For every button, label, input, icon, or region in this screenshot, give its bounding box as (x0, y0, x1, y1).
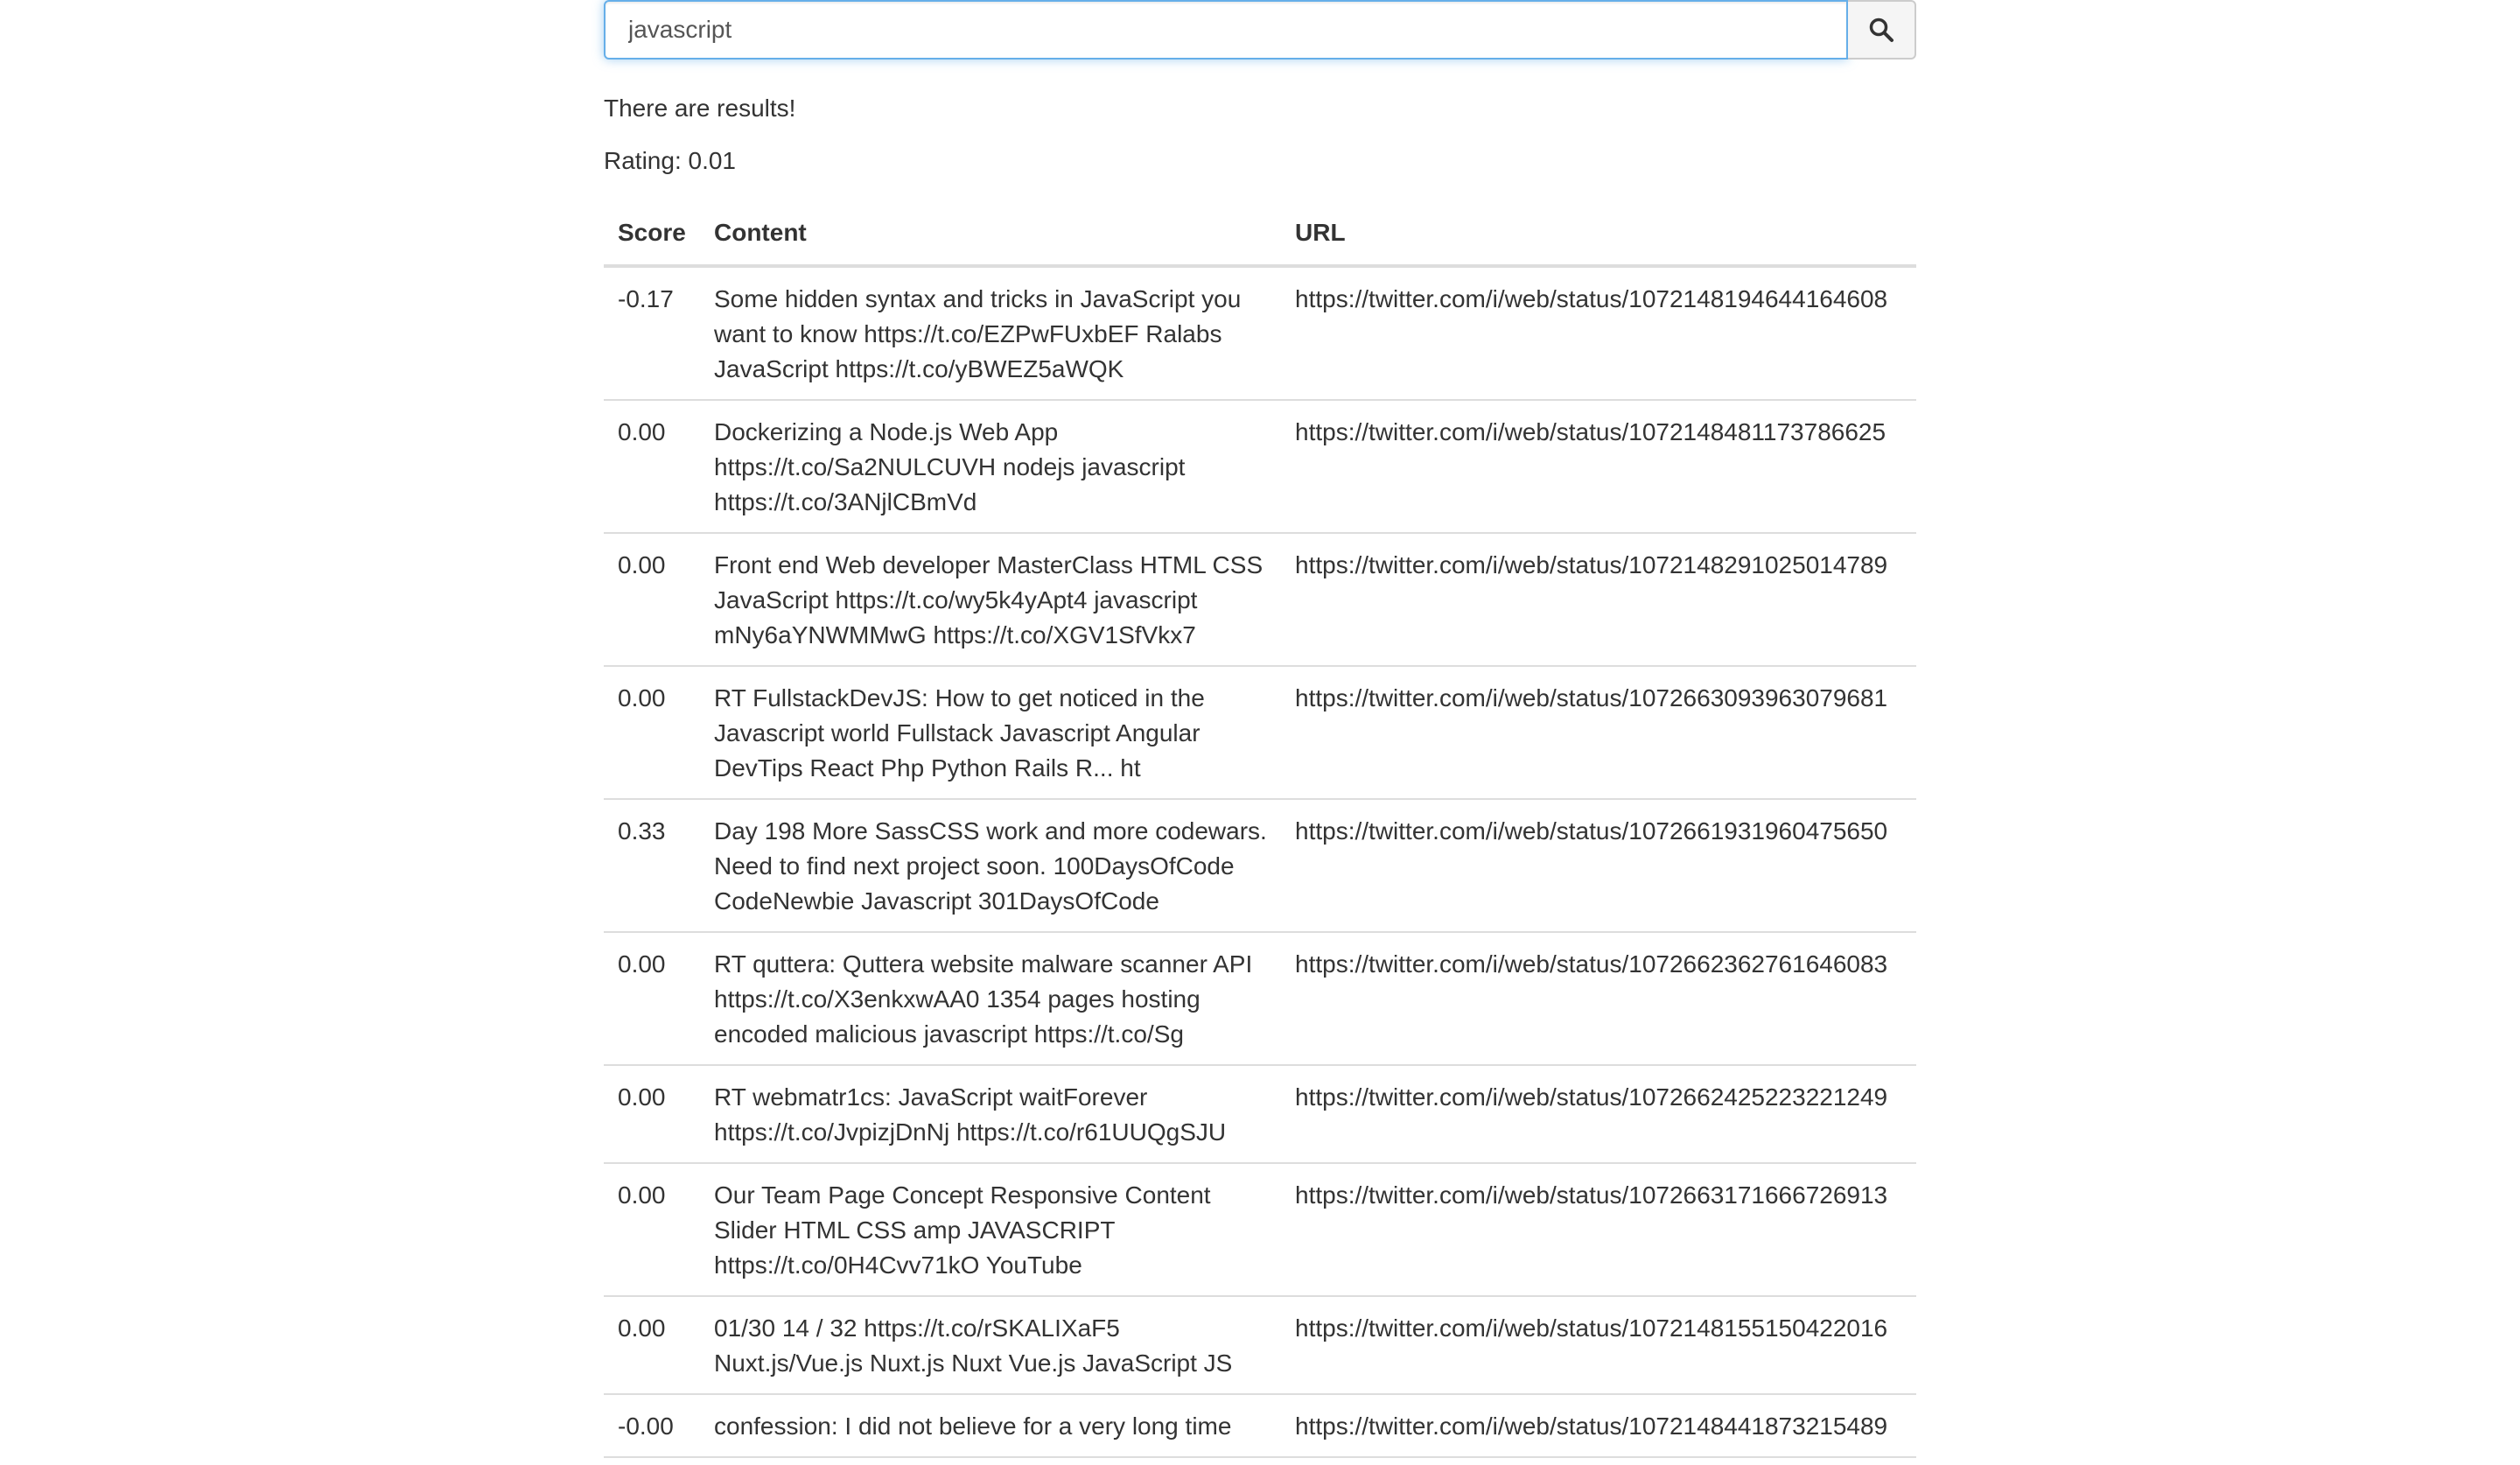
cell-score: 0.00 (604, 666, 700, 800)
table-row: 0.00 Dockerizing a Node.js Web App https… (604, 400, 1916, 534)
cell-url: https://twitter.com/i/web/status/1072148… (1281, 1296, 1916, 1395)
cell-score: 0.00 (604, 932, 700, 1066)
cell-score: 0.33 (604, 799, 700, 933)
search-bar (604, 0, 1916, 60)
cell-url: https://twitter.com/i/web/status/1072663… (1281, 1163, 1916, 1297)
cell-content: Our Team Page Concept Responsive Content… (700, 1163, 1281, 1297)
cell-url: https://twitter.com/i/web/status/1072148… (1281, 533, 1916, 667)
header-score: Score (604, 201, 700, 268)
search-icon (1869, 18, 1894, 42)
table-row: 0.00 Front end Web developer MasterClass… (604, 533, 1916, 667)
cell-content: RT webmatr1cs: JavaScript waitForever ht… (700, 1065, 1281, 1164)
cell-url: https://twitter.com/i/web/status/1072148… (1281, 266, 1916, 401)
cell-url: https://twitter.com/i/web/status/1072662… (1281, 932, 1916, 1066)
table-row: 0.00 RT webmatr1cs: JavaScript waitForev… (604, 1065, 1916, 1164)
cell-score: -0.00 (604, 1394, 700, 1458)
search-button[interactable] (1848, 0, 1916, 60)
table-row: 0.00 Our Team Page Concept Responsive Co… (604, 1163, 1916, 1297)
table-row: 0.33 Day 198 More SassCSS work and more … (604, 799, 1916, 933)
search-input[interactable] (604, 0, 1849, 60)
cell-url: https://twitter.com/i/web/status/1072148… (1281, 400, 1916, 534)
table-row: 0.00 01/30 14 / 32 https://t.co/rSKALIXa… (604, 1296, 1916, 1395)
cell-url: https://twitter.com/i/web/status/1072148… (1281, 1394, 1916, 1458)
results-status: There are results! (604, 95, 796, 122)
cell-content: Front end Web developer MasterClass HTML… (700, 533, 1281, 667)
cell-content: Dockerizing a Node.js Web App https://t.… (700, 400, 1281, 534)
cell-score: 0.00 (604, 1296, 700, 1395)
table-row: 0.00 RT FullstackDevJS: How to get notic… (604, 666, 1916, 800)
cell-content: RT FullstackDevJS: How to get noticed in… (700, 666, 1281, 800)
main-container: There are results! Rating: 0.01 Score Co… (604, 0, 1916, 1458)
cell-content: 01/30 14 / 32 https://t.co/rSKALIXaF5 Nu… (700, 1296, 1281, 1395)
cell-score: 0.00 (604, 400, 700, 534)
table-row: -0.00 confession: I did not believe for … (604, 1394, 1916, 1458)
cell-url: https://twitter.com/i/web/status/1072661… (1281, 799, 1916, 933)
cell-content: confession: I did not believe for a very… (700, 1394, 1281, 1458)
cell-score: 0.00 (604, 1163, 700, 1297)
cell-content: Day 198 More SassCSS work and more codew… (700, 799, 1281, 933)
cell-score: 0.00 (604, 1065, 700, 1164)
rating-value: Rating: 0.01 (604, 147, 736, 174)
table-row: -0.17 Some hidden syntax and tricks in J… (604, 266, 1916, 401)
table-row: 0.00 RT quttera: Quttera website malware… (604, 932, 1916, 1066)
header-url: URL (1281, 201, 1916, 268)
header-content: Content (700, 201, 1281, 268)
results-table: Score Content URL -0.17 Some hidden synt… (604, 201, 1916, 1458)
cell-content: Some hidden syntax and tricks in JavaScr… (700, 266, 1281, 401)
cell-content: RT quttera: Quttera website malware scan… (700, 932, 1281, 1066)
cell-url: https://twitter.com/i/web/status/1072663… (1281, 666, 1916, 800)
cell-url: https://twitter.com/i/web/status/1072662… (1281, 1065, 1916, 1164)
cell-score: 0.00 (604, 533, 700, 667)
table-header-row: Score Content URL (604, 201, 1916, 268)
cell-score: -0.17 (604, 266, 700, 401)
